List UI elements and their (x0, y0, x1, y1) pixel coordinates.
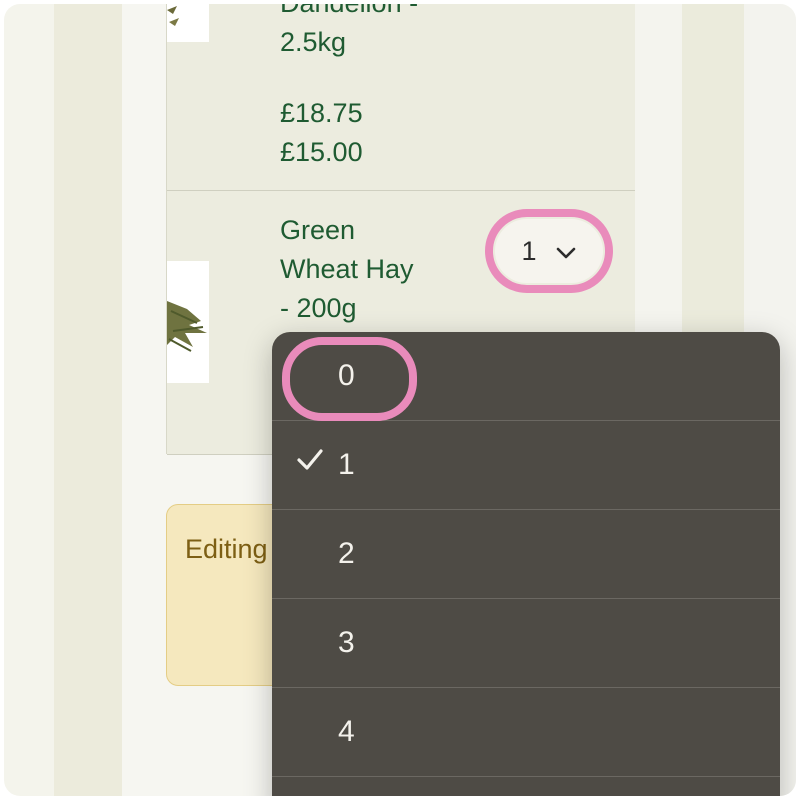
sale-price: £15.00 (280, 137, 363, 167)
checkmark-icon (296, 446, 324, 482)
product-image[interactable] (167, 4, 209, 42)
price-block: £18.75 £15.00 (280, 94, 363, 172)
option-label: 1 (338, 448, 355, 481)
cart-item-row: Dandelion - 2.5kg £18.75 £15.00 (167, 4, 635, 191)
original-price: £18.75 (280, 98, 363, 128)
option-label: 4 (338, 715, 355, 748)
quantity-value: 1 (521, 235, 537, 266)
option-label: 0 (338, 359, 355, 392)
chevron-down-icon (555, 236, 577, 267)
quantity-option-1[interactable]: 1 (272, 421, 780, 510)
quantity-option-4[interactable]: 4 (272, 688, 780, 777)
quantity-option-0[interactable]: 0 (272, 332, 780, 421)
app-background: Dandelion - 2.5kg £18.75 £15.00 Green Wh… (4, 4, 796, 796)
option-label: 3 (338, 626, 355, 659)
product-name[interactable]: Dandelion - 2.5kg (280, 4, 480, 62)
product-image[interactable] (167, 261, 209, 383)
quantity-dropdown-menu: 0 1 2 3 4 (272, 332, 780, 796)
quantity-option-2[interactable]: 2 (272, 510, 780, 599)
product-name[interactable]: Green Wheat Hay - 200g (280, 211, 450, 328)
option-label: 2 (338, 537, 355, 570)
quantity-option-3[interactable]: 3 (272, 599, 780, 688)
quantity-select-highlight: 1 (485, 209, 613, 293)
quantity-select[interactable]: 1 (495, 219, 603, 283)
